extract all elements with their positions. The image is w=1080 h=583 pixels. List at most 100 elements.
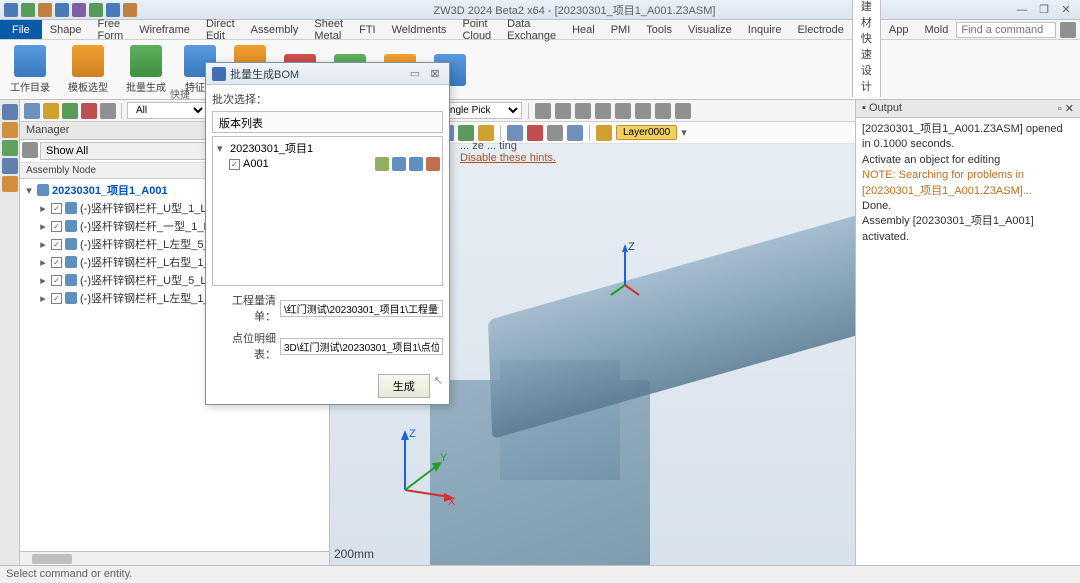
maximize-icon[interactable]: ❐: [1034, 3, 1054, 17]
menu-dataexchange[interactable]: Data Exchange: [499, 15, 564, 45]
strip-icon[interactable]: [2, 104, 18, 120]
menu-weldments[interactable]: Weldments: [384, 21, 455, 39]
orbit-icon[interactable]: [535, 103, 551, 119]
menu-mold[interactable]: Mold: [917, 21, 957, 39]
vp-tb2-icon[interactable]: [478, 125, 494, 141]
expand-icon[interactable]: ▾: [24, 184, 34, 197]
expand-icon[interactable]: ▸: [38, 202, 48, 215]
mgr-tb-icon[interactable]: [24, 103, 40, 119]
path1-input[interactable]: [280, 300, 443, 317]
qat-icon[interactable]: [4, 3, 18, 17]
menu-shape[interactable]: Shape: [42, 21, 90, 39]
expand-icon[interactable]: ▸: [38, 220, 48, 233]
checkbox[interactable]: [229, 159, 240, 170]
pan-icon[interactable]: [555, 103, 571, 119]
expand-icon[interactable]: ▸: [38, 238, 48, 251]
part-icon: [65, 256, 77, 268]
menu-visualize[interactable]: Visualize: [680, 21, 740, 39]
zoom-icon[interactable]: [575, 103, 591, 119]
ribbon-batch[interactable]: 批量生成: [122, 42, 170, 97]
scrollbar-thumb[interactable]: [32, 554, 72, 564]
mgr-tb-icon[interactable]: [43, 103, 59, 119]
dialog-close-icon[interactable]: ⊠: [427, 67, 443, 80]
menu-directedit[interactable]: Direct Edit: [198, 15, 243, 45]
vp-tb2-icon[interactable]: [527, 125, 543, 141]
checkbox[interactable]: [51, 239, 62, 250]
checkbox[interactable]: [51, 221, 62, 232]
file-menu[interactable]: File: [0, 20, 42, 39]
action-icon[interactable]: [426, 157, 440, 171]
generate-button[interactable]: 生成: [378, 374, 430, 398]
open-icon[interactable]: [38, 3, 52, 17]
checkbox[interactable]: [51, 203, 62, 214]
menu-sheetmetal[interactable]: Sheet Metal: [306, 15, 351, 45]
action-icon[interactable]: [392, 157, 406, 171]
menu-freeform[interactable]: Free Form: [90, 15, 132, 45]
vp-tb-icon[interactable]: [675, 103, 691, 119]
filter-icon[interactable]: [22, 142, 38, 158]
menu-tools[interactable]: Tools: [638, 21, 680, 39]
menu-inquire[interactable]: Inquire: [740, 21, 790, 39]
search-icon[interactable]: [1060, 22, 1076, 38]
checkbox[interactable]: [51, 293, 62, 304]
light-icon[interactable]: [596, 125, 612, 141]
path1-label: 工程量清单：: [212, 292, 276, 324]
mgr-tb-icon[interactable]: [62, 103, 78, 119]
dialog-titlebar[interactable]: 批量生成BOM ▭ ⊠: [206, 63, 449, 85]
part-icon: [65, 220, 77, 232]
command-search-input[interactable]: [956, 22, 1056, 38]
dialog-tree: ▾ 20230301_项目1 A001: [212, 136, 443, 286]
ribbon-template[interactable]: 模板选型: [64, 42, 112, 97]
minimize-icon[interactable]: —: [1012, 3, 1032, 17]
layer-selector[interactable]: Layer0000: [616, 125, 677, 140]
strip-icon[interactable]: [2, 122, 18, 138]
horizontal-scrollbar[interactable]: [20, 551, 329, 565]
menu-fti[interactable]: FTI: [351, 21, 384, 39]
output-log: [20230301_项目1_A001.Z3ASM] opened in 0.10…: [856, 118, 1080, 249]
filter-all-select[interactable]: All: [127, 102, 207, 119]
menu-wireframe[interactable]: Wireframe: [131, 21, 198, 39]
mgr-tb-icon[interactable]: [81, 103, 97, 119]
vp-tb2-icon[interactable]: [567, 125, 583, 141]
expand-icon[interactable]: ▸: [38, 274, 48, 287]
action-icon[interactable]: [375, 157, 389, 171]
batch-icon: [130, 45, 162, 77]
output-panel: ▪ Output ▫ ✕ [20230301_项目1_A001.Z3ASM] o…: [855, 100, 1080, 565]
vp-tb2-icon[interactable]: [458, 125, 474, 141]
checkbox[interactable]: [51, 257, 62, 268]
menu-electrode[interactable]: Electrode: [789, 21, 851, 39]
vp-tb2-icon[interactable]: [547, 125, 563, 141]
vp-tb-icon[interactable]: [635, 103, 651, 119]
menu-assembly[interactable]: Assembly: [243, 21, 307, 39]
undo-icon[interactable]: [55, 3, 69, 17]
dlg-tree-root[interactable]: ▾ 20230301_项目1: [215, 139, 440, 157]
panel-controls[interactable]: ▫ ✕: [1058, 102, 1074, 115]
expand-icon[interactable]: ▸: [38, 292, 48, 305]
status-text: Select command or entity.: [6, 568, 132, 580]
expand-icon[interactable]: ▾: [217, 142, 227, 155]
strip-icon[interactable]: [2, 176, 18, 192]
path2-input[interactable]: [280, 338, 443, 355]
mgr-tb-icon[interactable]: [100, 103, 116, 119]
ribbon-workdir[interactable]: 工作目录: [6, 42, 54, 97]
menu-pointcloud[interactable]: Point Cloud: [454, 15, 499, 45]
display-mode-icon[interactable]: [507, 125, 523, 141]
strip-icon[interactable]: [2, 158, 18, 174]
save-icon[interactable]: [21, 3, 35, 17]
menu-heal[interactable]: Heal: [564, 21, 603, 39]
menu-active-tab[interactable]: 红门建材快速设计: [852, 0, 881, 97]
fit-icon[interactable]: [595, 103, 611, 119]
vp-tb-icon[interactable]: [655, 103, 671, 119]
close-icon[interactable]: ✕: [1056, 3, 1076, 17]
vp-tb-icon[interactable]: [615, 103, 631, 119]
expand-icon[interactable]: ▸: [38, 256, 48, 269]
redo-icon[interactable]: [72, 3, 86, 17]
svg-text:Z: Z: [628, 241, 635, 253]
action-icon[interactable]: [409, 157, 423, 171]
dlg-tree-item[interactable]: A001: [215, 157, 271, 171]
checkbox[interactable]: [51, 275, 62, 286]
dialog-collapse-icon[interactable]: ▭: [407, 67, 423, 80]
menu-app[interactable]: App: [881, 21, 917, 39]
strip-icon[interactable]: [2, 140, 18, 156]
menu-pmi[interactable]: PMI: [603, 21, 639, 39]
